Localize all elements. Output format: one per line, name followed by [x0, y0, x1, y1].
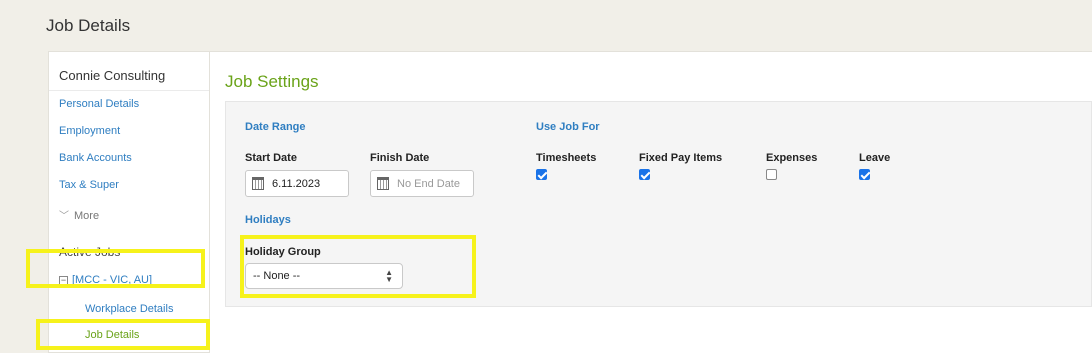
calendar-icon — [377, 177, 389, 190]
sidebar-item-workplace-details[interactable]: Workplace Details — [85, 303, 173, 315]
date-range-heading: Date Range — [245, 121, 306, 133]
sidebar-more-toggle[interactable]: ﹀ More — [59, 207, 99, 222]
page-title: Job Details — [46, 16, 131, 35]
timesheets-checkbox[interactable] — [536, 169, 547, 180]
use-job-for-heading: Use Job For — [536, 121, 600, 133]
sidebar-item-bank-accounts[interactable]: Bank Accounts — [59, 152, 132, 164]
leave-checkbox[interactable] — [859, 169, 870, 180]
finish-date-placeholder: No End Date — [397, 177, 460, 190]
holiday-group-label: Holiday Group — [245, 246, 321, 258]
active-jobs-heading: Active Jobs — [59, 245, 121, 259]
holidays-heading: Holidays — [245, 214, 291, 226]
fixed-pay-items-label: Fixed Pay Items — [639, 152, 723, 164]
sidebar-item-job-details[interactable]: Job Details — [85, 329, 139, 341]
fixed-pay-items-checkbox[interactable] — [639, 169, 650, 180]
select-arrows-icon: ▲ ▼ — [385, 268, 393, 284]
sidebar-item-tax-super[interactable]: Tax & Super — [59, 179, 119, 191]
more-label: More — [74, 210, 100, 222]
job-node-label[interactable]: [MCC - VIC, AU] — [72, 274, 152, 286]
holiday-group-value: -- None -- — [253, 270, 301, 282]
start-date-input[interactable]: 6.11.2023 — [245, 170, 349, 197]
sidebar-divider — [49, 90, 209, 91]
chevron-down-icon: ﹀ — [59, 211, 69, 222]
job-tree-node[interactable]: − [MCC - VIC, AU] — [59, 274, 152, 286]
expenses-checkbox[interactable] — [766, 169, 777, 180]
job-settings-main: Job Settings Date Range Start Date 6.11.… — [210, 51, 1092, 353]
job-settings-panel: Date Range Start Date 6.11.2023 Finish D… — [225, 101, 1092, 307]
finish-date-label: Finish Date — [370, 152, 430, 164]
finish-date-input[interactable]: No End Date — [370, 170, 474, 197]
start-date-label: Start Date — [245, 152, 297, 164]
timesheets-label: Timesheets — [536, 152, 597, 164]
holiday-group-select[interactable]: -- None -- ▲ ▼ — [245, 263, 403, 289]
sidebar-item-personal-details[interactable]: Personal Details — [59, 98, 139, 110]
company-name: Connie Consulting — [59, 68, 166, 83]
expenses-label: Expenses — [766, 152, 818, 164]
start-date-value: 6.11.2023 — [272, 177, 321, 190]
collapse-icon[interactable]: − — [59, 275, 68, 285]
section-title: Job Settings — [225, 72, 319, 91]
sidebar-item-employment[interactable]: Employment — [59, 125, 120, 137]
leave-label: Leave — [859, 152, 891, 164]
calendar-icon — [252, 177, 264, 190]
employee-sidebar: Connie Consulting Personal Details Emplo… — [48, 51, 210, 353]
